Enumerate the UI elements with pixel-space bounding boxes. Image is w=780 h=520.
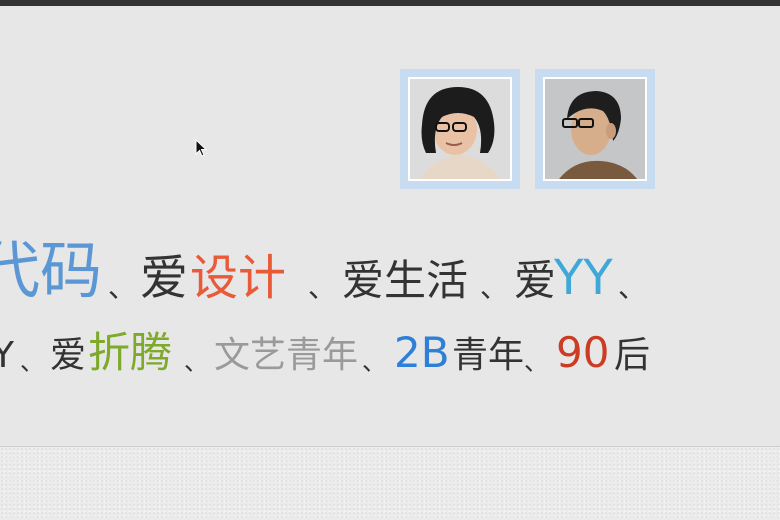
word-love: 爱: [50, 335, 87, 376]
footer-texture: [0, 447, 780, 520]
woman-portrait-icon: [410, 79, 510, 179]
avatar-man[interactable]: [535, 69, 655, 189]
separator: 、: [184, 348, 208, 376]
separator: 、: [524, 348, 548, 376]
avatar-woman-photo: [408, 77, 512, 181]
word-2b: 2B: [394, 328, 450, 377]
separator: 、: [108, 271, 137, 304]
separator: 、: [20, 348, 44, 376]
avatar-woman[interactable]: [400, 69, 520, 189]
word-after: 后: [614, 335, 651, 376]
word-artsy-youth: 文艺青年: [214, 335, 359, 376]
separator: 、: [308, 271, 337, 304]
separator: 、: [618, 271, 647, 304]
word-love-life: 爱生活: [342, 256, 469, 305]
word-y: Y: [0, 335, 14, 376]
intro-panel: 代码 、 爱 设计 、 爱生活 、 爱 YY 、 Y 、 爱 折腾 、 文艺青年…: [0, 6, 780, 447]
word-design: 设计: [190, 250, 287, 306]
separator: 、: [362, 348, 386, 376]
word-90: 90: [556, 328, 610, 377]
word-tinker: 折腾: [88, 328, 173, 377]
separator: 、: [480, 271, 509, 304]
word-code: 代码: [0, 234, 103, 307]
man-portrait-icon: [545, 79, 645, 179]
slogan-line-2: Y 、 爱 折腾 、 文艺青年 、 2B 青年 、 90 后: [0, 324, 780, 377]
word-yy: YY: [554, 250, 613, 306]
word-love: 爱: [140, 250, 189, 306]
word-love: 爱: [514, 256, 557, 305]
slogan-line-1: 代码 、 爱 设计 、 爱生活 、 爱 YY 、: [0, 232, 780, 307]
word-youth: 青年: [452, 335, 525, 376]
mouse-cursor-icon: [195, 139, 207, 157]
avatar-man-photo: [543, 77, 647, 181]
